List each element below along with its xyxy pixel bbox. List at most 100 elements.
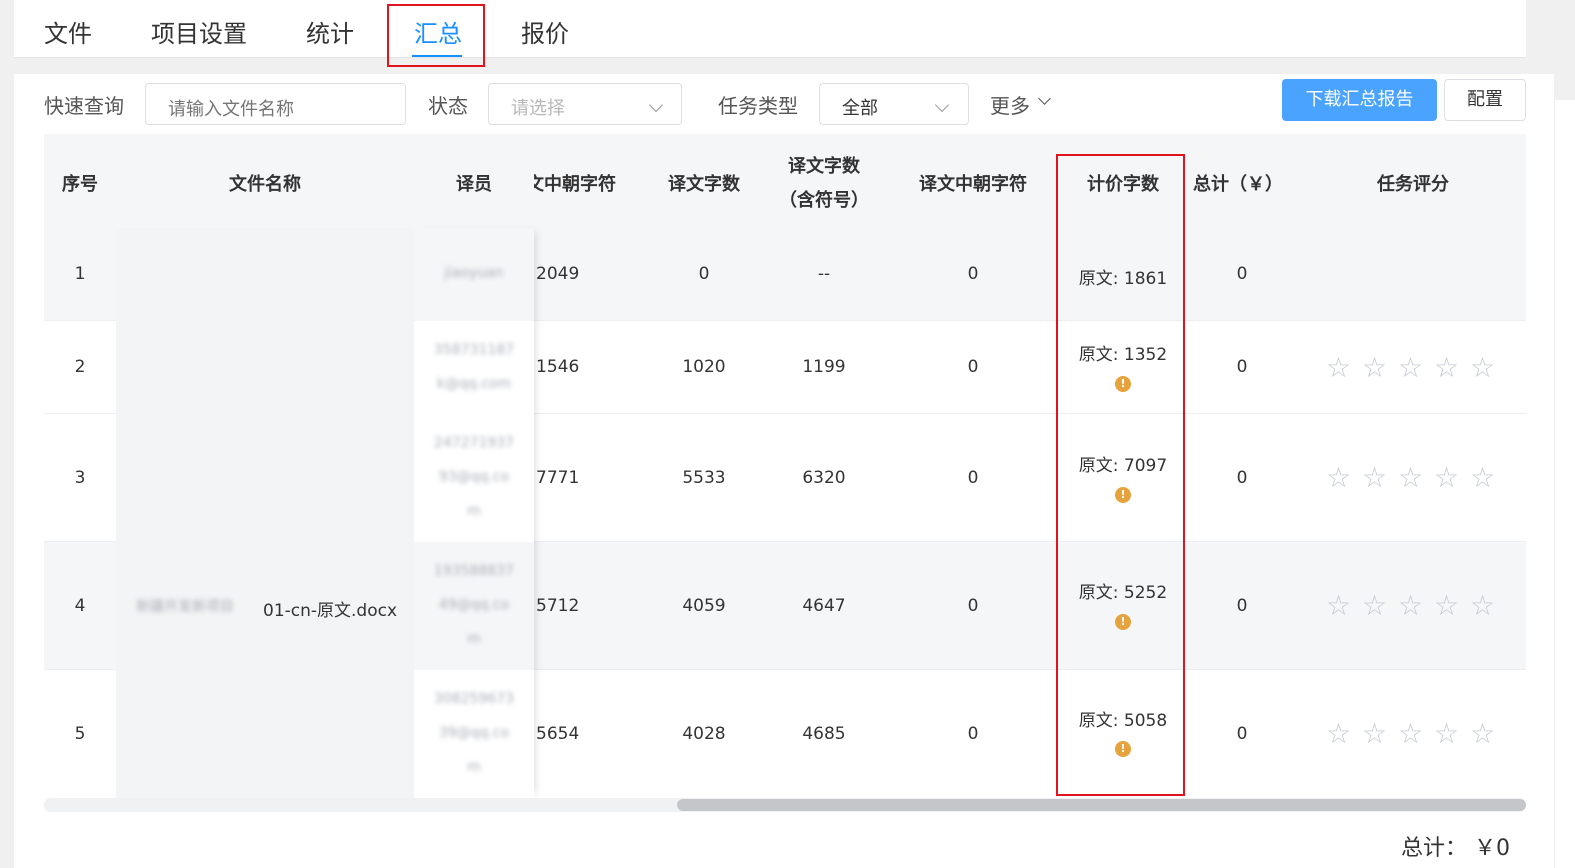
- translator-column: jiaoyuan 358731187 k@qq.com 247271937 93…: [414, 228, 534, 798]
- tab-project-settings[interactable]: 项目设置: [151, 14, 247, 49]
- source-cjk-value: 5712: [536, 596, 580, 616]
- tab-files[interactable]: 文件: [44, 14, 92, 49]
- scrollbar-thumb[interactable]: [677, 799, 1526, 811]
- target-words-incl-value: 1199: [802, 357, 846, 377]
- status-select[interactable]: 请选择: [488, 83, 682, 125]
- total-value: 0: [1236, 357, 1248, 377]
- translator-cell: 308259673 39@qq.co m: [414, 670, 534, 798]
- translator-cell: 247271937 93@qq.co m: [414, 414, 534, 542]
- tab-highlight-box: [387, 4, 485, 67]
- translator-redacted: 39@qq.co: [438, 725, 510, 741]
- col-header-target-words-incl-sub: （含符号）: [779, 190, 869, 211]
- table-header: 序号 文件名称 译员 文中朝字符 译文字数 译文字数 （含符号） 译文中朝字符 …: [44, 134, 1526, 228]
- translator-redacted: 49@qq.co: [438, 597, 510, 613]
- star-outline-icon[interactable]: ☆: [1362, 464, 1387, 492]
- billing-column-highlight: [1056, 154, 1185, 796]
- translator-redacted: k@qq.com: [436, 376, 512, 392]
- translator-cell: jiaoyuan: [414, 228, 534, 321]
- source-cjk-value: 7771: [536, 468, 580, 488]
- summary-table: 序号 文件名称 译员 文中朝字符 译文字数 译文字数 （含符号） 译文中朝字符 …: [44, 134, 1526, 798]
- more-filters-toggle[interactable]: 更多: [990, 90, 1051, 119]
- file-name-search-input[interactable]: [145, 83, 406, 125]
- tab-quote[interactable]: 报价: [521, 14, 569, 49]
- status-label: 状态: [428, 94, 468, 118]
- star-outline-icon[interactable]: ☆: [1434, 464, 1459, 492]
- row-index: 3: [74, 468, 86, 488]
- col-header-target-words: 译文字数: [668, 174, 740, 195]
- more-filters-label: 更多: [990, 94, 1030, 118]
- target-words-value: 1020: [682, 357, 726, 377]
- star-outline-icon[interactable]: ☆: [1434, 720, 1459, 748]
- source-cjk-value: 5654: [536, 724, 580, 744]
- translator-redacted: 308259673: [433, 691, 515, 707]
- translator-cell: 358731187 k@qq.com: [414, 321, 534, 414]
- col-header-rating: 任务评分: [1377, 174, 1449, 195]
- tab-statistics[interactable]: 统计: [306, 14, 354, 49]
- file-name-redacted: 新疆开发新项目: [136, 599, 234, 615]
- total-value: 0: [1236, 596, 1248, 616]
- target-words-value: 5533: [682, 468, 726, 488]
- star-outline-icon[interactable]: ☆: [1470, 464, 1495, 492]
- translator-redacted: m: [467, 631, 481, 647]
- target-cjk-value: 0: [967, 468, 979, 488]
- download-summary-report-button[interactable]: 下载汇总报告: [1282, 79, 1437, 121]
- col-header-source-cjk: 文中朝字符: [534, 174, 616, 195]
- file-name-cell: 新疆开发新项目 01-cn-原文.docx: [116, 228, 414, 798]
- star-outline-icon[interactable]: ☆: [1362, 354, 1387, 382]
- row-index: 5: [74, 724, 86, 744]
- translator-cell: 193588837 49@qq.co m: [414, 542, 534, 670]
- translator-redacted: m: [467, 503, 481, 519]
- col-header-total: 总计（￥）: [1193, 174, 1283, 195]
- star-outline-icon[interactable]: ☆: [1362, 592, 1387, 620]
- star-outline-icon[interactable]: ☆: [1326, 464, 1351, 492]
- star-outline-icon[interactable]: ☆: [1398, 354, 1423, 382]
- star-outline-icon[interactable]: ☆: [1398, 464, 1423, 492]
- translator-redacted: 93@qq.co: [438, 469, 510, 485]
- target-words-incl-value: 4685: [802, 724, 846, 744]
- task-type-select[interactable]: 全部: [819, 83, 969, 125]
- col-header-index: 序号: [62, 174, 98, 195]
- translator-redacted: jiaoyuan: [444, 265, 504, 281]
- target-cjk-value: 0: [967, 724, 979, 744]
- source-cjk-value: 1546: [536, 357, 580, 377]
- row-index: 2: [74, 357, 86, 377]
- translator-redacted: 358731187: [433, 342, 515, 358]
- total-value: 0: [1236, 264, 1248, 284]
- star-outline-icon[interactable]: ☆: [1470, 354, 1495, 382]
- target-words-incl-value: 4647: [802, 596, 846, 616]
- star-outline-icon[interactable]: ☆: [1362, 720, 1387, 748]
- col-header-file-name: 文件名称: [229, 174, 301, 195]
- task-type-label: 任务类型: [718, 94, 798, 118]
- col-header-target-cjk: 译文中朝字符: [919, 174, 1027, 195]
- chevron-down-icon: [934, 97, 950, 113]
- col-header-target-words-incl: 译文字数: [788, 156, 860, 177]
- page-gutter: [1555, 100, 1575, 868]
- row-index: 4: [74, 596, 86, 616]
- target-words-value: 4059: [682, 596, 726, 616]
- grand-total: 总计： ￥0: [1401, 836, 1510, 861]
- star-outline-icon[interactable]: ☆: [1398, 720, 1423, 748]
- file-name-value: 01-cn-原文.docx: [263, 601, 398, 621]
- star-outline-icon[interactable]: ☆: [1398, 592, 1423, 620]
- target-words-value: 0: [698, 264, 710, 284]
- tab-bar: 文件 项目设置 统计 汇总 报价: [14, 0, 1526, 58]
- total-value: 0: [1236, 468, 1248, 488]
- target-cjk-value: 0: [967, 357, 979, 377]
- star-outline-icon[interactable]: ☆: [1470, 592, 1495, 620]
- quick-search-label: 快速查询: [44, 94, 124, 118]
- target-words-incl-value: --: [817, 264, 831, 284]
- table-horizontal-scrollbar[interactable]: [44, 798, 1526, 812]
- target-cjk-value: 0: [967, 596, 979, 616]
- star-outline-icon[interactable]: ☆: [1326, 720, 1351, 748]
- star-outline-icon[interactable]: ☆: [1434, 354, 1459, 382]
- translator-redacted: m: [467, 759, 481, 775]
- star-outline-icon[interactable]: ☆: [1326, 592, 1351, 620]
- config-button[interactable]: 配置: [1444, 79, 1526, 121]
- source-cjk-value: 2049: [536, 264, 580, 284]
- task-type-value: 全部: [842, 98, 878, 119]
- star-outline-icon[interactable]: ☆: [1470, 720, 1495, 748]
- star-outline-icon[interactable]: ☆: [1434, 592, 1459, 620]
- star-outline-icon[interactable]: ☆: [1326, 354, 1351, 382]
- target-cjk-value: 0: [967, 264, 979, 284]
- target-words-value: 4028: [682, 724, 726, 744]
